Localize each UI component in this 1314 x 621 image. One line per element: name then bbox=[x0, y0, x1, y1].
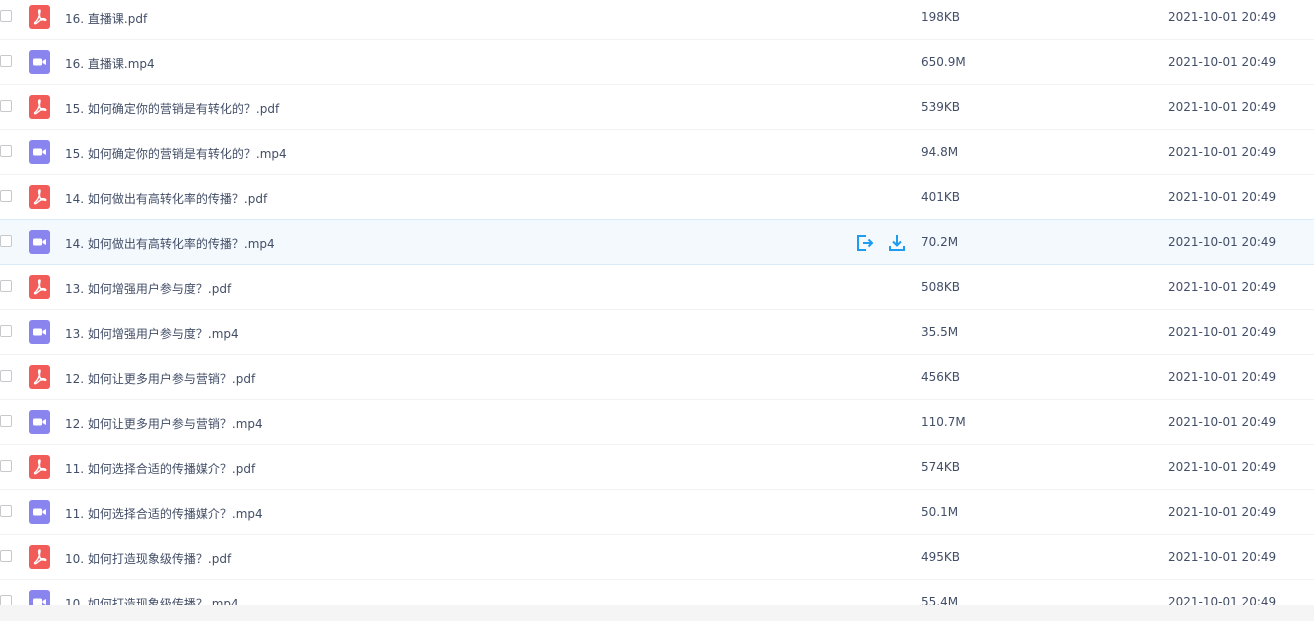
row-actions bbox=[855, 233, 911, 253]
file-row[interactable]: 12. 如何让更多用户参与营销？.pdf 456KB 2021-10-01 20:4… bbox=[0, 355, 1314, 400]
file-size: 650.9M bbox=[921, 55, 966, 69]
pdf-file-icon bbox=[29, 185, 50, 209]
file-size: 574KB bbox=[921, 460, 961, 474]
file-name[interactable]: 10. 如何打造现象级传播？.mp4 bbox=[65, 595, 239, 605]
video-file-icon bbox=[29, 410, 50, 434]
file-size: 50.1M bbox=[921, 505, 959, 519]
row-checkbox[interactable] bbox=[0, 280, 12, 292]
file-date: 2021-10-01 20:49 bbox=[1168, 595, 1277, 605]
file-row[interactable]: 15. 如何确定你的营销是有转化的？.pdf 539KB 2021-10-01 20… bbox=[0, 85, 1314, 130]
file-row[interactable]: 14. 如何做出有高转化率的传播？.mp4 70.2M 2021-10-01 20:… bbox=[0, 219, 1314, 265]
file-row[interactable]: 16. 直播课.pdf 198KB 2021-10-01 20:49 bbox=[0, 0, 1314, 40]
file-date: 2021-10-01 20:49 bbox=[1168, 190, 1277, 204]
file-size: 508KB bbox=[921, 280, 961, 294]
video-file-icon bbox=[29, 50, 50, 74]
file-size: 198KB bbox=[921, 10, 961, 24]
row-checkbox[interactable] bbox=[0, 325, 12, 337]
file-date: 2021-10-01 20:49 bbox=[1168, 145, 1277, 159]
file-date: 2021-10-01 20:49 bbox=[1168, 460, 1277, 474]
row-checkbox[interactable] bbox=[0, 145, 12, 157]
pdf-file-icon bbox=[29, 545, 50, 569]
file-date: 2021-10-01 20:49 bbox=[1168, 55, 1277, 69]
file-size: 70.2M bbox=[921, 235, 959, 249]
file-row[interactable]: 16. 直播课.mp4 650.9M 2021-10-01 20:49 bbox=[0, 40, 1314, 85]
file-date: 2021-10-01 20:49 bbox=[1168, 280, 1277, 294]
row-checkbox[interactable] bbox=[0, 415, 12, 427]
file-name[interactable]: 16. 直播课.mp4 bbox=[65, 55, 155, 72]
file-name[interactable]: 13. 如何增强用户参与度？.pdf bbox=[65, 280, 231, 297]
file-row[interactable]: 15. 如何确定你的营销是有转化的？.mp4 94.8M 2021-10-01 20… bbox=[0, 130, 1314, 175]
pdf-file-icon bbox=[29, 95, 50, 119]
file-row[interactable]: 10. 如何打造现象级传播？.pdf 495KB 2021-10-01 20:49 bbox=[0, 535, 1314, 580]
horizontal-scrollbar-track[interactable] bbox=[0, 605, 1314, 621]
file-name[interactable]: 10. 如何打造现象级传播？.pdf bbox=[65, 550, 231, 567]
file-row[interactable]: 11. 如何选择合适的传播媒介？.mp4 50.1M 2021-10-01 20:4… bbox=[0, 490, 1314, 535]
file-name[interactable]: 13. 如何增强用户参与度？.mp4 bbox=[65, 325, 239, 342]
row-checkbox[interactable] bbox=[0, 550, 12, 562]
file-date: 2021-10-01 20:49 bbox=[1168, 415, 1277, 429]
file-date: 2021-10-01 20:49 bbox=[1168, 10, 1277, 24]
file-row[interactable]: 11. 如何选择合适的传播媒介？.pdf 574KB 2021-10-01 20:4… bbox=[0, 445, 1314, 490]
file-size: 35.5M bbox=[921, 325, 959, 339]
file-size: 456KB bbox=[921, 370, 961, 384]
file-size: 495KB bbox=[921, 550, 961, 564]
file-date: 2021-10-01 20:49 bbox=[1168, 100, 1277, 114]
file-name[interactable]: 16. 直播课.pdf bbox=[65, 10, 147, 27]
file-row[interactable]: 13. 如何增强用户参与度？.pdf 508KB 2021-10-01 20:49 bbox=[0, 265, 1314, 310]
file-date: 2021-10-01 20:49 bbox=[1168, 325, 1277, 339]
file-row[interactable]: 14. 如何做出有高转化率的传播？.pdf 401KB 2021-10-01 20:… bbox=[0, 175, 1314, 220]
row-checkbox[interactable] bbox=[0, 190, 12, 202]
file-size: 539KB bbox=[921, 100, 961, 114]
row-checkbox[interactable] bbox=[0, 460, 12, 472]
video-file-icon bbox=[29, 140, 50, 164]
file-size: 55.4M bbox=[921, 595, 959, 605]
file-date: 2021-10-01 20:49 bbox=[1168, 235, 1277, 249]
pdf-file-icon bbox=[29, 365, 50, 389]
file-row[interactable]: 10. 如何打造现象级传播？.mp4 55.4M 2021-10-01 20:49 bbox=[0, 580, 1314, 605]
pdf-file-icon bbox=[29, 455, 50, 479]
file-size: 110.7M bbox=[921, 415, 966, 429]
file-name[interactable]: 14. 如何做出有高转化率的传播？.mp4 bbox=[65, 235, 275, 252]
file-name[interactable]: 12. 如何让更多用户参与营销？.pdf bbox=[65, 370, 255, 387]
file-size: 94.8M bbox=[921, 145, 959, 159]
pdf-file-icon bbox=[29, 275, 50, 299]
video-file-icon bbox=[29, 500, 50, 524]
row-checkbox[interactable] bbox=[0, 235, 12, 247]
file-name[interactable]: 11. 如何选择合适的传播媒介？.mp4 bbox=[65, 505, 263, 522]
file-name[interactable]: 12. 如何让更多用户参与营销？.mp4 bbox=[65, 415, 263, 432]
row-checkbox[interactable] bbox=[0, 505, 12, 517]
share-icon[interactable] bbox=[855, 233, 875, 253]
file-name[interactable]: 15. 如何确定你的营销是有转化的？.mp4 bbox=[65, 145, 287, 162]
row-checkbox[interactable] bbox=[0, 100, 12, 112]
file-name[interactable]: 15. 如何确定你的营销是有转化的？.pdf bbox=[65, 100, 279, 117]
pdf-file-icon bbox=[29, 5, 50, 29]
file-list: 16. 直播课.pdf 198KB 2021-10-01 20:49 16. 直播课.… bbox=[0, 0, 1314, 605]
file-date: 2021-10-01 20:49 bbox=[1168, 505, 1277, 519]
row-checkbox[interactable] bbox=[0, 55, 12, 67]
row-checkbox[interactable] bbox=[0, 10, 12, 22]
file-date: 2021-10-01 20:49 bbox=[1168, 370, 1277, 384]
file-name[interactable]: 11. 如何选择合适的传播媒介？.pdf bbox=[65, 460, 255, 477]
download-icon[interactable] bbox=[887, 233, 907, 253]
file-size: 401KB bbox=[921, 190, 961, 204]
video-file-icon bbox=[29, 320, 50, 344]
video-file-icon bbox=[29, 590, 50, 605]
file-row[interactable]: 13. 如何增强用户参与度？.mp4 35.5M 2021-10-01 20:49 bbox=[0, 310, 1314, 355]
video-file-icon bbox=[29, 230, 50, 254]
file-name[interactable]: 14. 如何做出有高转化率的传播？.pdf bbox=[65, 190, 267, 207]
row-checkbox[interactable] bbox=[0, 595, 12, 605]
file-date: 2021-10-01 20:49 bbox=[1168, 550, 1277, 564]
file-row[interactable]: 12. 如何让更多用户参与营销？.mp4 110.7M 2021-10-01 20:… bbox=[0, 400, 1314, 445]
row-checkbox[interactable] bbox=[0, 370, 12, 382]
